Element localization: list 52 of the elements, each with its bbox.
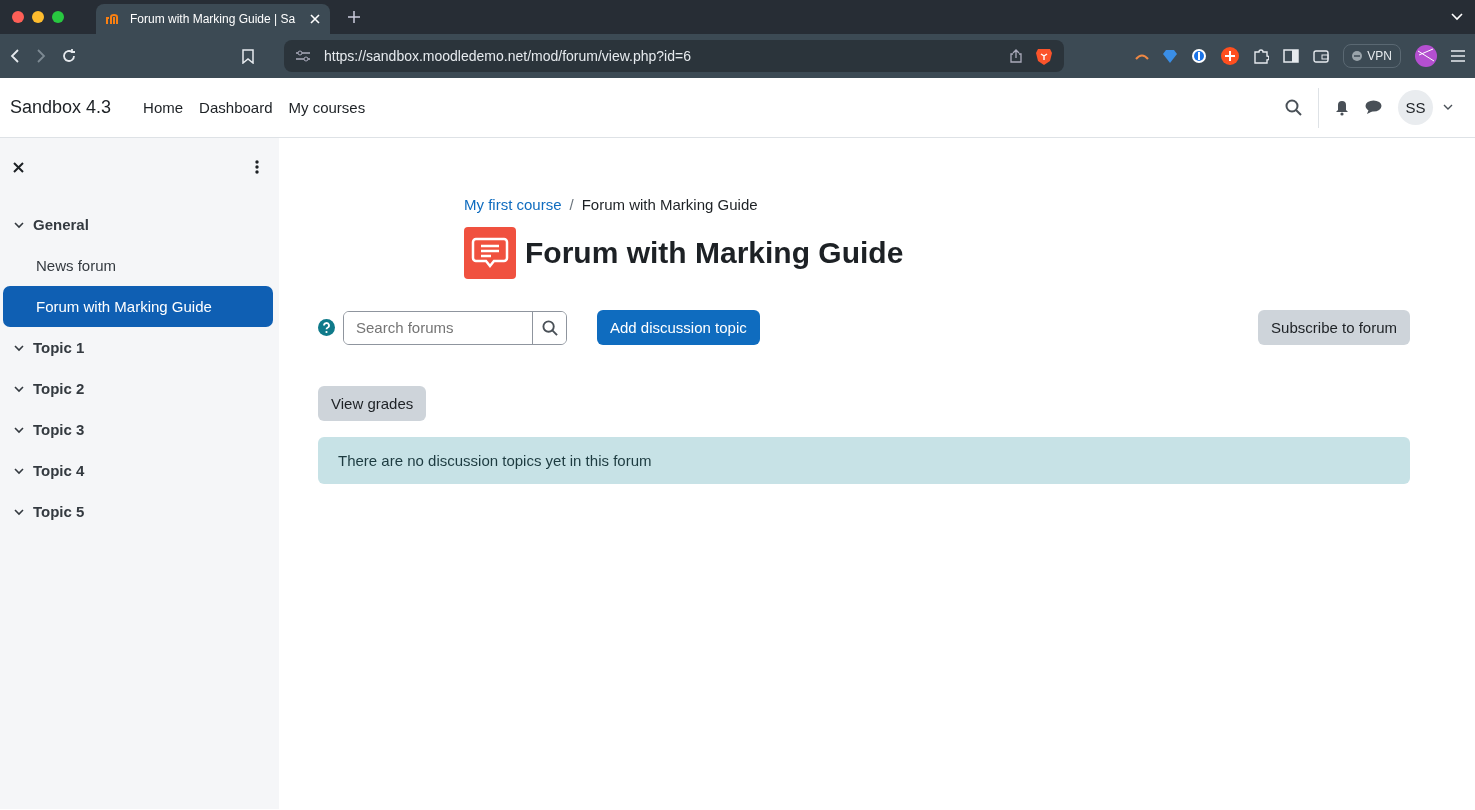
bookmark-icon[interactable] <box>242 48 254 64</box>
sliders-icon <box>296 50 310 62</box>
vpn-button[interactable]: VPN <box>1343 44 1401 68</box>
share-icon[interactable] <box>1010 49 1022 63</box>
puzzle-icon[interactable] <box>1253 48 1270 64</box>
chat-bubble-icon[interactable] <box>1365 100 1382 115</box>
breadcrumb-item[interactable]: My first course <box>464 196 562 213</box>
search-icon[interactable] <box>1285 99 1302 116</box>
nav-link[interactable]: Dashboard <box>191 91 281 124</box>
section-title[interactable]: General <box>33 216 89 233</box>
minimize-window-icon[interactable] <box>32 11 44 23</box>
activity-link[interactable]: News forum <box>3 245 273 286</box>
forward-icon[interactable] <box>36 49 46 63</box>
breadcrumb-item: Forum with Marking Guide <box>581 196 758 213</box>
menu-icon[interactable] <box>1451 50 1465 62</box>
section-title[interactable]: Topic 3 <box>33 421 85 438</box>
close-window-icon[interactable] <box>12 11 24 23</box>
maximize-window-icon[interactable] <box>52 11 64 23</box>
chevron-icon[interactable] <box>1443 104 1453 111</box>
gem-icon[interactable] <box>1163 49 1178 63</box>
search-button[interactable] <box>532 311 566 344</box>
search-icon <box>541 319 558 336</box>
forum-icon <box>464 227 516 279</box>
help-icon[interactable] <box>318 319 335 336</box>
reload-icon[interactable] <box>62 49 76 63</box>
page-title: Forum with Marking Guide <box>525 236 904 270</box>
info-notice: There are no discussion topics yet in this forum <box>318 437 1410 484</box>
wallet-icon[interactable] <box>1313 49 1330 63</box>
user-avatar[interactable]: SS <box>1398 90 1433 125</box>
section-title[interactable]: Topic 1 <box>33 339 85 356</box>
back-icon[interactable] <box>10 49 20 63</box>
minus-circle-icon <box>1352 51 1363 61</box>
close-icon[interactable] <box>13 161 24 173</box>
more-options-icon[interactable] <box>255 160 259 174</box>
sidebar-icon[interactable] <box>1283 49 1300 63</box>
add-discussion-button[interactable]: Add discussion topic <box>597 310 760 345</box>
section-title[interactable]: Topic 5 <box>33 503 85 520</box>
browser-tab[interactable]: Forum with Marking Guide | Sa <box>96 4 330 34</box>
bell-icon[interactable] <box>1335 99 1349 116</box>
site-name[interactable]: Sandbox 4.3 <box>10 97 112 118</box>
address-bar[interactable]: https://sandbox.moodledemo.net/mod/forum/view.php?id=6 <box>284 40 1064 72</box>
section-title[interactable]: Topic 4 <box>33 462 85 479</box>
section-title[interactable]: Topic 2 <box>33 380 85 397</box>
search-field[interactable]: Search forums <box>343 310 567 345</box>
nav-link[interactable]: Home <box>135 91 192 124</box>
breadcrumb-separator: / <box>569 196 574 213</box>
plus-circle-icon[interactable] <box>1221 47 1240 65</box>
nav-link[interactable]: My courses <box>280 91 374 124</box>
view-grades-button[interactable]: View grades <box>318 386 427 421</box>
subscribe-button[interactable]: Subscribe to forum <box>1258 310 1410 345</box>
new-tab-icon[interactable] <box>348 11 360 23</box>
activity-link[interactable]: Forum with Marking Guide <box>3 286 273 327</box>
